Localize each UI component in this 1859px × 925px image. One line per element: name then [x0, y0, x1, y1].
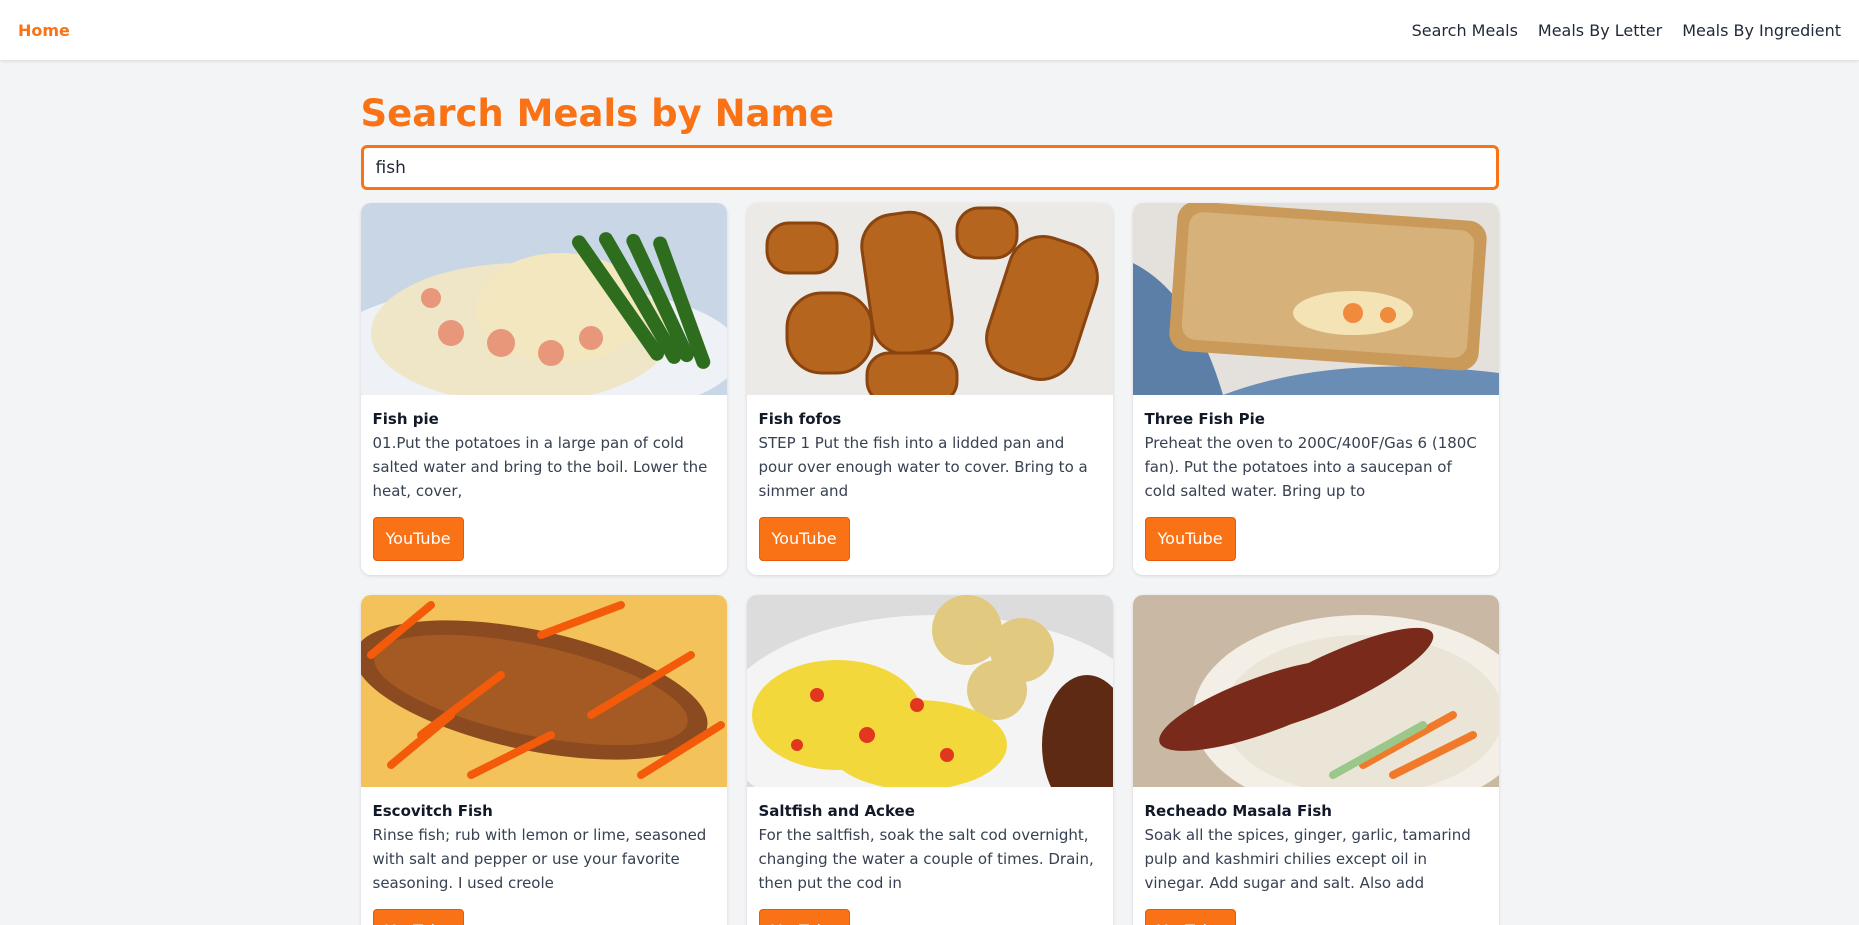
meal-description: 01.Put the potatoes in a large pan of co…: [372, 434, 708, 500]
meal-card: Saltfish and Ackee For the saltfish, soa…: [746, 595, 1113, 925]
meal-description: Preheat the oven to 200C/400F/Gas 6 (180…: [1144, 434, 1477, 500]
meal-card: Three Fish Pie Preheat the oven to 200C/…: [1132, 203, 1499, 575]
meal-image[interactable]: [360, 595, 727, 787]
card-body: Saltfish and Ackee For the saltfish, soa…: [747, 787, 1113, 925]
meal-title: Fish fofos: [758, 410, 842, 428]
meal-image[interactable]: [746, 595, 1113, 787]
card-body: Fish fofos STEP 1 Put the fish into a li…: [747, 395, 1113, 573]
youtube-button[interactable]: YouTube: [372, 517, 464, 561]
home-link[interactable]: Home: [18, 21, 70, 40]
card-body: Three Fish Pie Preheat the oven to 200C/…: [1133, 395, 1499, 573]
meal-image[interactable]: [1132, 203, 1499, 395]
search-input[interactable]: [360, 145, 1499, 190]
youtube-button[interactable]: YouTube: [758, 909, 850, 925]
meal-grid: Fish pie 01.Put the potatoes in a large …: [360, 203, 1499, 925]
youtube-button[interactable]: YouTube: [372, 909, 464, 925]
nav-search-meals[interactable]: Search Meals: [1412, 21, 1518, 40]
meal-title: Escovitch Fish: [372, 802, 493, 820]
card-body: Escovitch Fish Rinse fish; rub with lemo…: [361, 787, 727, 925]
meal-description: Rinse fish; rub with lemon or lime, seas…: [372, 826, 707, 892]
meal-title: Recheado Masala Fish: [1144, 802, 1332, 820]
meal-title: Saltfish and Ackee: [758, 802, 915, 820]
youtube-button[interactable]: YouTube: [1144, 909, 1236, 925]
youtube-button[interactable]: YouTube: [758, 517, 850, 561]
card-body: Recheado Masala Fish Soak all the spices…: [1133, 787, 1499, 925]
meal-title: Three Fish Pie: [1144, 410, 1265, 428]
nav-meals-by-letter[interactable]: Meals By Letter: [1538, 21, 1662, 40]
youtube-button[interactable]: YouTube: [1144, 517, 1236, 561]
meal-description: STEP 1 Put the fish into a lidded pan an…: [758, 434, 1088, 500]
meal-description: Soak all the spices, ginger, garlic, tam…: [1144, 826, 1471, 892]
card-body: Fish pie 01.Put the potatoes in a large …: [361, 395, 727, 573]
top-navbar: Home Search Meals Meals By Letter Meals …: [0, 0, 1859, 60]
page-title: Search Meals by Name: [360, 92, 835, 135]
meal-image[interactable]: [1132, 595, 1499, 787]
meal-card: Escovitch Fish Rinse fish; rub with lemo…: [360, 595, 727, 925]
meal-card: Fish pie 01.Put the potatoes in a large …: [360, 203, 727, 575]
nav-meals-by-ingredient[interactable]: Meals By Ingredient: [1682, 21, 1841, 40]
main-nav: Search Meals Meals By Letter Meals By In…: [1412, 21, 1841, 40]
meal-card: Recheado Masala Fish Soak all the spices…: [1132, 595, 1499, 925]
meal-image[interactable]: [360, 203, 727, 395]
meal-title: Fish pie: [372, 410, 439, 428]
meal-description: For the saltfish, soak the salt cod over…: [758, 826, 1094, 892]
meal-image[interactable]: [746, 203, 1113, 395]
main-content: Search Meals by Name fish Fish pie 01.Pu…: [360, 60, 1499, 925]
meal-card: Fish fofos STEP 1 Put the fish into a li…: [746, 203, 1113, 575]
